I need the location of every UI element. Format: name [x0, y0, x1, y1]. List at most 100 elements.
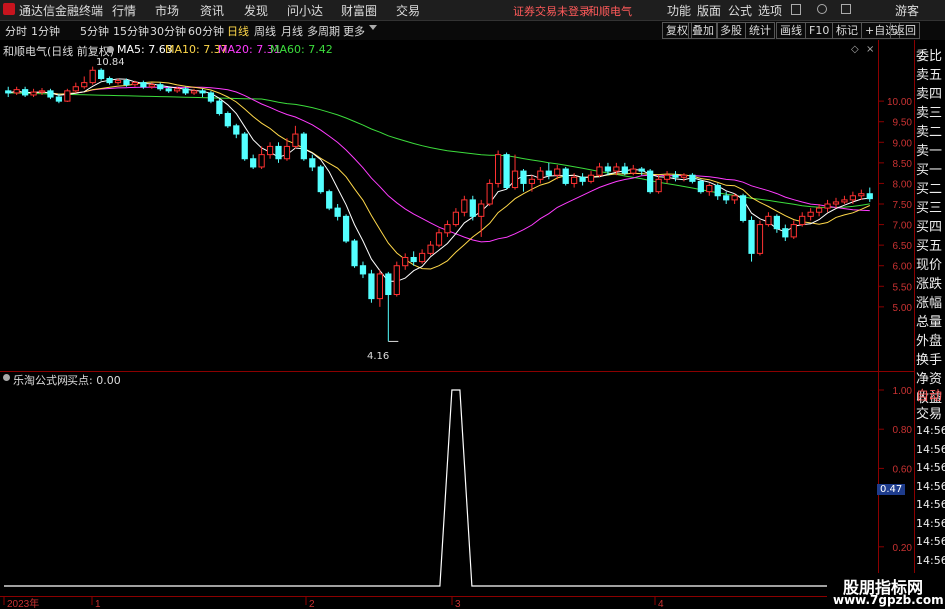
candle-body [858, 193, 865, 197]
menu-faxian[interactable]: 发现 [244, 2, 268, 19]
quote-field-label: 卖二 [916, 125, 943, 140]
watermark-url: www.7gpzb.com [833, 593, 944, 607]
candle-body [326, 191, 333, 209]
tab-zidong[interactable]: 自动 [916, 385, 945, 404]
indicator-tick-label: 1.00 [893, 386, 913, 397]
quote-field-label: 买五 [916, 239, 943, 254]
app-title: 通达信金融终端 [19, 4, 104, 18]
candle-body [292, 133, 299, 147]
candle-body [317, 166, 324, 193]
period-toolbar: 分时 1分钟 5分钟 15分钟 30分钟 60分钟 日线 周线 月线 多周期 更… [0, 21, 945, 41]
menu-zixun[interactable]: 资讯 [200, 2, 224, 19]
tab-jiaoyi[interactable]: 交易 [916, 403, 945, 422]
price-tick-label: 9.00 [893, 138, 913, 149]
tongji-button[interactable]: 统计 [745, 22, 775, 39]
candle-body [520, 170, 527, 184]
period-5min[interactable]: 5分钟 [80, 23, 109, 39]
menu-gongneng[interactable]: 功能 [667, 2, 691, 19]
candle-body [773, 215, 780, 230]
period-multi[interactable]: 多周期 [307, 23, 340, 39]
candle-body [165, 88, 172, 92]
trade-time-row: 14:56 [916, 424, 945, 437]
candle-body [723, 195, 730, 201]
candle-body [21, 89, 29, 96]
window-icon[interactable] [791, 4, 801, 15]
candle-body [283, 145, 291, 160]
indicator-toggle-icon[interactable] [3, 374, 10, 381]
period-more[interactable]: 更多 [343, 23, 365, 39]
menu-gongshi[interactable]: 公式 [728, 2, 752, 19]
candle-body [571, 176, 578, 184]
back-button[interactable]: 返回 [890, 22, 920, 39]
period-15min[interactable]: 15分钟 [113, 23, 149, 39]
candle-body [511, 170, 519, 189]
candle-body [604, 166, 612, 172]
menu-wenxiaoda[interactable]: 问小达 [287, 2, 323, 19]
ma60-label: MA60: 7.42 [270, 43, 333, 56]
kline-chart[interactable]: 10.00 9.50 9.00 8.50 8.00 7.50 7.00 6.50 6.00 5.5… [0, 40, 916, 609]
biaoji-button[interactable]: 标记 [832, 22, 862, 39]
menu-xuanxiang[interactable]: 选项 [758, 2, 782, 19]
settings-icon[interactable] [817, 4, 827, 14]
guest-label[interactable]: 游客 [895, 2, 919, 19]
diamond-icon[interactable]: ◇ [851, 44, 859, 55]
candle-body [174, 88, 181, 92]
menu-caifuquan[interactable]: 财富圈 [341, 2, 377, 19]
candle-body [81, 82, 88, 88]
close-icon[interactable]: × [866, 44, 874, 55]
diejia-button[interactable]: 叠加 [688, 22, 718, 39]
trade-time-row: 14:56 [916, 442, 945, 456]
indicator-tick-label: 0.20 [893, 543, 913, 554]
candle-body [444, 224, 451, 234]
x-tick-label: 3 [455, 599, 461, 609]
menu-banmian[interactable]: 版面 [697, 2, 721, 19]
period-monthly[interactable]: 月线 [281, 23, 303, 39]
menu-hangqing[interactable]: 行情 [112, 2, 136, 19]
period-1min[interactable]: 1分钟 [31, 23, 60, 39]
quote-field-label: 卖一 [916, 144, 943, 159]
candle-body [300, 133, 307, 160]
candle-body [503, 154, 510, 189]
trade-time-row: 14:56 [916, 516, 945, 530]
ma-toggle-icon[interactable] [107, 46, 114, 53]
menu-jiaoyi[interactable]: 交易 [396, 2, 420, 19]
candle-body [190, 90, 198, 94]
more-dropdown-icon[interactable] [369, 25, 377, 30]
candle-body [393, 265, 400, 296]
candle-body [596, 166, 603, 176]
quote-field-label: 卖五 [916, 68, 943, 83]
f10-button[interactable]: F10 [805, 22, 834, 39]
candle-body [647, 170, 654, 193]
candle-body [587, 174, 595, 182]
low-price-label: 4.16 [367, 351, 390, 362]
candle-body [182, 88, 189, 94]
duogu-button[interactable]: 多股 [716, 22, 746, 39]
quote-field-label: 买二 [916, 182, 943, 197]
candle-body [266, 145, 274, 156]
candle-body [385, 273, 392, 296]
quote-field-label: 卖四 [916, 87, 943, 102]
period-60min[interactable]: 60分钟 [188, 23, 224, 39]
period-30min[interactable]: 30分钟 [150, 23, 186, 39]
stock-name-title: 和顺电气 [588, 5, 632, 18]
quote-field-label: 买四 [916, 220, 943, 235]
menu-shichang[interactable]: 市场 [155, 2, 179, 19]
huaxian-button[interactable]: 画线 [776, 22, 806, 39]
candle-body [376, 273, 383, 300]
candle-body [832, 201, 840, 205]
candle-body [123, 80, 130, 86]
quote-field-label: 委比 [916, 49, 943, 64]
period-fenshi[interactable]: 分时 [5, 23, 27, 39]
price-tick-label: 9.50 [893, 118, 913, 129]
candle-body [663, 174, 671, 180]
trade-login-warning[interactable]: 证券交易未登录 [513, 3, 590, 19]
x-tick-label: 4 [658, 599, 664, 609]
period-daily[interactable]: 日线 [227, 23, 249, 39]
candle-body [841, 199, 848, 203]
grid-icon[interactable] [841, 4, 851, 14]
quote-field-label: 现价 [916, 258, 943, 273]
x-tick-label: 2 [309, 599, 315, 609]
candle-body [72, 86, 79, 92]
candle-body [427, 244, 434, 254]
period-weekly[interactable]: 周线 [254, 23, 276, 39]
